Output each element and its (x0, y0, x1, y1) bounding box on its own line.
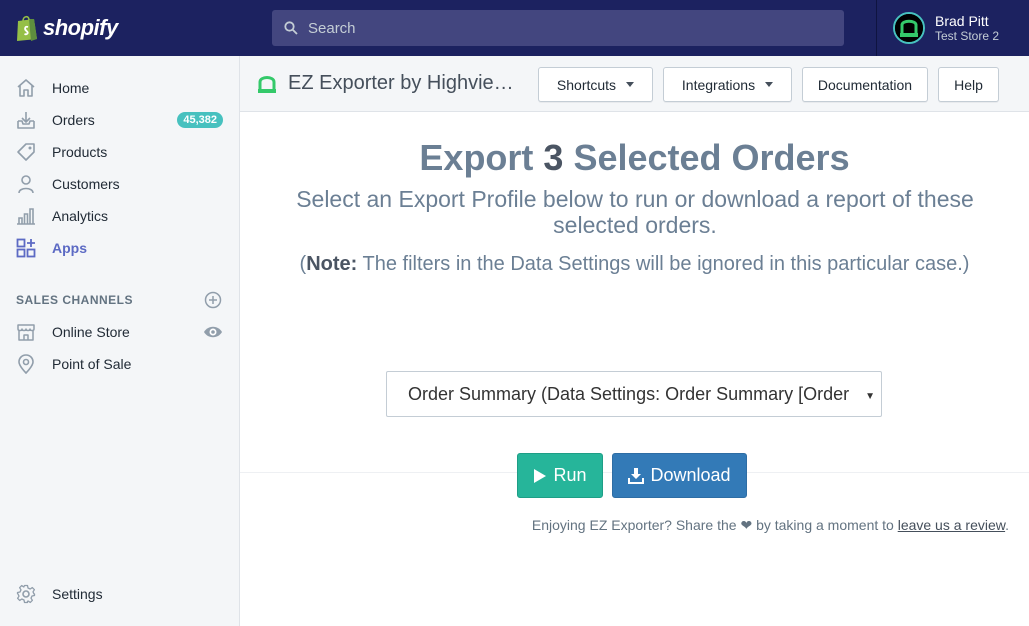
top-bar: shopify Brad Pitt Test Store 2 (0, 0, 1029, 56)
leave-review-link[interactable]: leave us a review (898, 517, 1005, 533)
gear-icon (16, 584, 36, 604)
sidebar-item-orders[interactable]: Orders 45,382 (0, 104, 239, 136)
run-button[interactable]: Run (517, 453, 603, 498)
export-profile-select[interactable]: Order Summary (Data Settings: Order Summ… (386, 371, 882, 417)
chevron-down-icon (626, 82, 635, 87)
orders-icon (16, 110, 36, 130)
user-name: Brad Pitt (935, 13, 989, 29)
sidebar: Home Orders 45,382 Products Customers An… (0, 56, 240, 626)
sidebar-item-label: Apps (52, 240, 87, 256)
documentation-label: Documentation (817, 76, 913, 93)
ez-exporter-logo-icon (258, 75, 276, 93)
download-icon (628, 467, 645, 484)
shopify-bag-icon (17, 15, 37, 41)
note-label: Note: (306, 253, 358, 275)
shortcuts-button[interactable]: Shortcuts (538, 67, 653, 102)
sidebar-item-point-of-sale[interactable]: Point of Sale (0, 348, 239, 380)
export-panel: Export 3 Selected Orders Select an Expor… (240, 113, 1029, 498)
help-button[interactable]: Help (938, 67, 999, 102)
sidebar-item-apps[interactable]: Apps (0, 232, 239, 264)
sidebar-item-online-store[interactable]: Online Store (0, 316, 239, 348)
sidebar-item-label: Home (52, 80, 90, 96)
help-label: Help (954, 76, 983, 93)
page-subtitle: Select an Export Profile below to run or… (296, 186, 974, 238)
play-icon (534, 468, 547, 483)
app-header: EZ Exporter by Highvie… Shortcuts Integr… (240, 56, 1029, 112)
note-body: The filters in the Data Settings will be… (357, 253, 970, 275)
tag-icon (16, 142, 36, 162)
shortcuts-label: Shortcuts (556, 76, 617, 93)
home-icon (16, 78, 36, 98)
sidebar-item-label: Settings (52, 586, 103, 602)
export-profile-select-wrapper: Order Summary (Data Settings: Order Summ… (376, 359, 894, 433)
sidebar-item-products[interactable]: Products (0, 136, 239, 168)
dropdown-arrow-icon: ▼ (865, 391, 875, 402)
location-pin-icon (16, 354, 36, 374)
sidebar-item-label: Products (52, 144, 108, 160)
sales-channels-title: SALES CHANNELS (16, 293, 134, 307)
note-text: (Note: The filters in the Data Settings … (240, 253, 1029, 276)
download-label: Download (650, 465, 731, 485)
review-prompt-text: Enjoying EZ Exporter? Share the ❤ by tak… (531, 517, 898, 533)
sidebar-item-home[interactable]: Home (0, 72, 239, 104)
run-label: Run (553, 465, 587, 485)
sidebar-item-label: Orders (52, 112, 95, 128)
apps-icon (16, 238, 36, 258)
chevron-down-icon (765, 82, 774, 87)
download-button[interactable]: Download (612, 453, 747, 498)
sidebar-item-analytics[interactable]: Analytics (0, 200, 239, 232)
search-input[interactable] (308, 19, 808, 37)
review-prompt: Enjoying EZ Exporter? Share the ❤ by tak… (532, 517, 1009, 534)
sidebar-item-settings[interactable]: Settings (0, 578, 239, 610)
documentation-button[interactable]: Documentation (802, 67, 928, 102)
user-store: Test Store 2 (935, 29, 1000, 43)
avatar (893, 12, 925, 44)
add-sales-channel-icon[interactable] (204, 291, 222, 309)
heading-suffix: Selected Orders (563, 137, 850, 178)
store-icon (16, 322, 36, 342)
shopify-logo[interactable]: shopify (0, 0, 240, 56)
search-bar[interactable] (272, 10, 844, 46)
user-menu[interactable]: Brad Pitt Test Store 2 (876, 0, 1029, 56)
analytics-icon (16, 206, 36, 226)
page-title: Export 3 Selected Orders (240, 137, 1029, 179)
person-icon (16, 174, 36, 194)
app-title: EZ Exporter by Highvie… (256, 72, 514, 95)
sidebar-item-label: Analytics (52, 208, 109, 224)
view-store-eye-icon[interactable] (203, 323, 223, 341)
export-profile-selected-value: Order Summary (Data Settings: Order Summ… (408, 383, 850, 404)
avatar-image-icon (895, 14, 923, 42)
sidebar-item-label: Point of Sale (52, 356, 132, 372)
search-icon (284, 21, 298, 35)
integrations-label: Integrations (681, 76, 756, 93)
sidebar-item-label: Online Store (52, 324, 130, 340)
sidebar-item-label: Customers (52, 176, 120, 192)
review-prompt-end: . (1005, 517, 1009, 533)
sidebar-item-customers[interactable]: Customers (0, 168, 239, 200)
heading-prefix: Export (419, 137, 544, 178)
shopify-wordmark: shopify (43, 15, 118, 40)
orders-count-badge: 45,382 (177, 112, 223, 128)
selected-count: 3 (543, 137, 564, 178)
app-title-text: EZ Exporter by Highvie… (288, 72, 514, 94)
main-content: EZ Exporter by Highvie… Shortcuts Integr… (240, 56, 1029, 626)
integrations-button[interactable]: Integrations (663, 67, 792, 102)
